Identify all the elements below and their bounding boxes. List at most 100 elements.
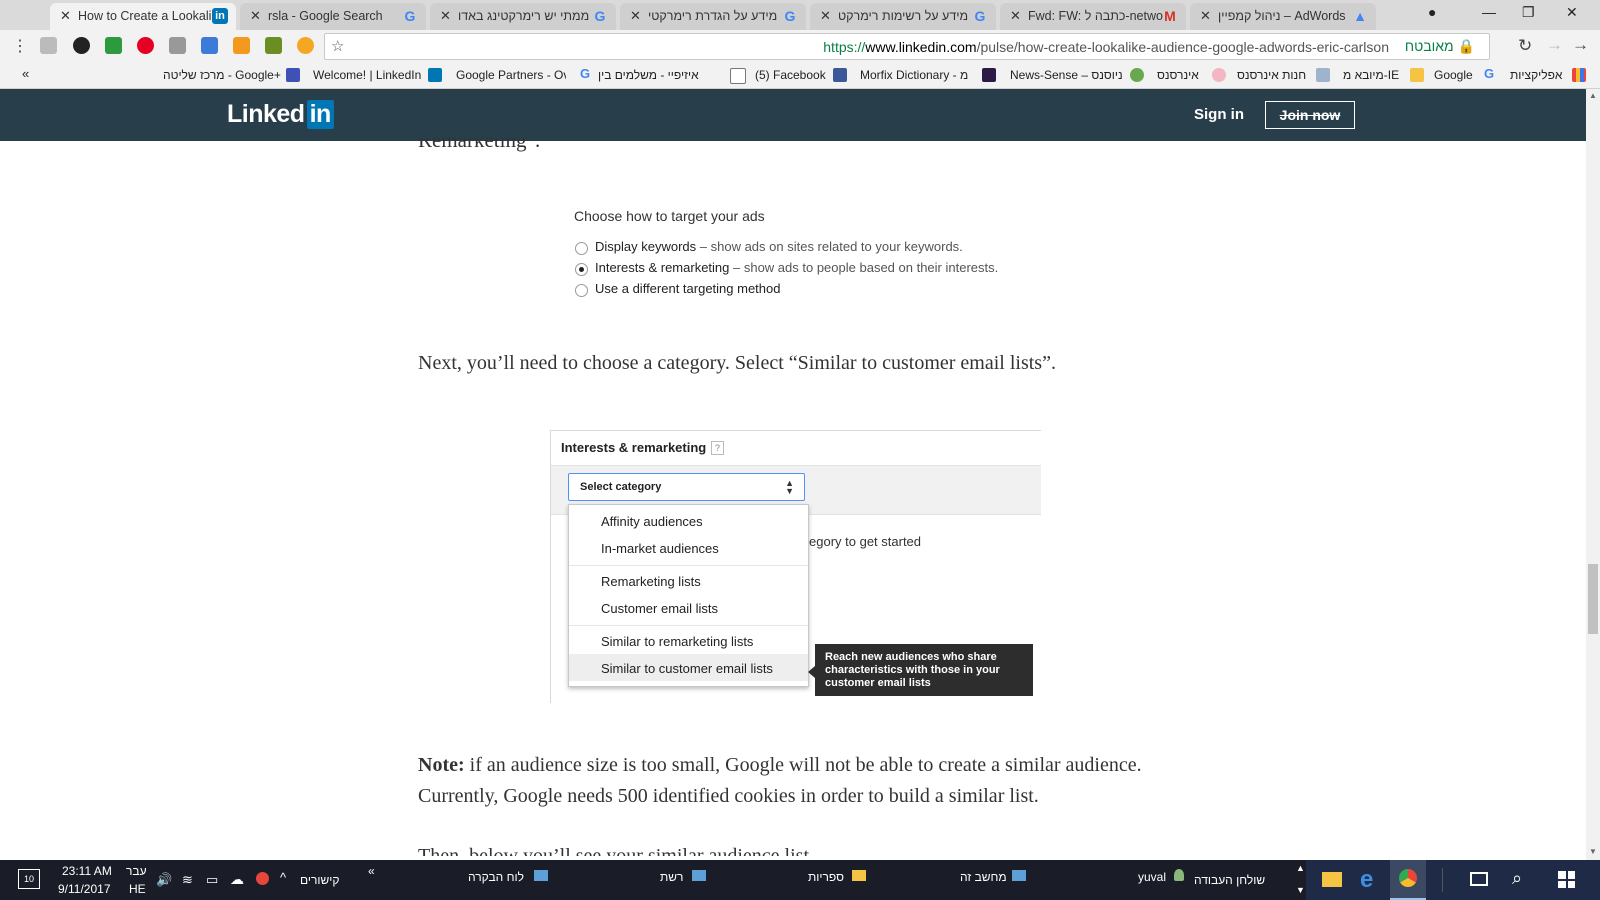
extension-icon[interactable]: [105, 37, 122, 54]
close-icon[interactable]: ✕: [60, 8, 71, 24]
tab-google-search[interactable]: ✕ rsla - Google Search G: [240, 3, 426, 30]
task-view-icon[interactable]: [1470, 872, 1488, 886]
bookmark-facebook[interactable]: (5) Facebook: [755, 68, 826, 82]
extension-icon[interactable]: [265, 37, 282, 54]
bookmark-linkedin[interactable]: Welcome! | LinkedIn: [313, 68, 421, 82]
desktop-link[interactable]: שולחן העבודה: [1194, 873, 1265, 887]
tab-remarketing-3[interactable]: ✕ מידע על רשימות רימרקט G: [810, 3, 996, 30]
secure-badge[interactable]: מאובטח 🔒: [1405, 38, 1475, 55]
toolbar-chevron[interactable]: «: [368, 864, 375, 878]
scroll-down-icon[interactable]: ▼: [1589, 847, 1597, 856]
chrome-taskbar-button[interactable]: [1390, 860, 1426, 900]
scroll-down-icon[interactable]: ▼: [1296, 885, 1305, 895]
battery-icon[interactable]: ▭: [206, 872, 218, 888]
category-menu: Affinity audiences In-market audiences R…: [568, 504, 809, 687]
chrome-tray-icon[interactable]: [256, 872, 269, 885]
bookmark-gplus[interactable]: מרכז שליטה - Google+: [163, 68, 281, 82]
libraries-link[interactable]: ספריות: [808, 870, 844, 884]
tab-adwords[interactable]: ✕ ניהול קמפיין – AdWords ▲: [1190, 3, 1376, 30]
edge-icon[interactable]: e: [1360, 866, 1373, 894]
links-toolbar[interactable]: קישורים: [300, 873, 340, 887]
bookmark-apps[interactable]: אפליקציות: [1510, 68, 1562, 82]
option-different-method: Use a different targeting method: [595, 281, 781, 296]
menu-icon[interactable]: ⋮: [12, 36, 28, 56]
close-icon[interactable]: ✕: [1010, 8, 1021, 24]
select-category-dropdown[interactable]: Select category ▲ ▼: [568, 473, 805, 501]
profile-icon[interactable]: ●: [1428, 4, 1436, 20]
reload-icon[interactable]: ↻: [1518, 36, 1532, 56]
bookmark-inresense-store[interactable]: חנות אינרסנס: [1237, 68, 1306, 82]
tab-remarketing-2[interactable]: ✕ מידע על הגדרת רימרקטי G: [620, 3, 806, 30]
bookmark-google[interactable]: Google: [1434, 68, 1473, 82]
onedrive-icon[interactable]: ☁: [230, 871, 244, 888]
extension-icon[interactable]: [169, 37, 186, 54]
close-icon[interactable]: ✕: [440, 8, 451, 24]
forward-icon[interactable]: →: [1546, 35, 1563, 55]
radio-display-keywords[interactable]: [575, 242, 588, 255]
tray-expand-icon[interactable]: ^: [280, 870, 286, 885]
volume-icon[interactable]: 🔊: [156, 872, 172, 888]
pinterest-icon[interactable]: [137, 37, 154, 54]
address-bar[interactable]: ☆ https://www.linkedin.com/pulse/how-cre…: [324, 33, 1490, 60]
minimize-icon[interactable]: —: [1482, 4, 1496, 20]
clock-date[interactable]: 9/11/2017: [58, 882, 111, 896]
file-explorer-icon[interactable]: [1322, 872, 1342, 887]
menu-item-in-market[interactable]: In-market audiences: [601, 541, 719, 556]
google-icon: G: [974, 8, 986, 24]
notifications-icon[interactable]: 10: [18, 869, 40, 889]
clock-time[interactable]: 23:11 AM: [62, 864, 112, 878]
language-top[interactable]: עבר: [126, 864, 147, 878]
bookmark-google-partners[interactable]: Google Partners - Ov: [456, 68, 566, 82]
close-icon[interactable]: ✕: [820, 8, 831, 24]
note-text: if an audience size is too small, Google…: [418, 754, 1142, 807]
user-link[interactable]: yuval: [1138, 870, 1166, 884]
browser-toolbar: ⋮ ☆ https://www.linkedin.com/pulse/how-c…: [0, 30, 1600, 63]
wifi-icon[interactable]: ≋: [182, 872, 193, 888]
tab-linkedin[interactable]: ✕ How to Create a Lookalik in: [50, 3, 236, 30]
bookmark-ie-import[interactable]: מיובא מ-IE: [1343, 68, 1399, 82]
extension-icon[interactable]: [73, 37, 90, 54]
page-scrollbar[interactable]: ▲ ▼: [1586, 89, 1600, 860]
menu-item-similar-remarketing[interactable]: Similar to remarketing lists: [601, 634, 753, 649]
bookmark-easypay[interactable]: איזיפיי - משלמים בין: [598, 68, 699, 82]
menu-item-remarketing[interactable]: Remarketing lists: [601, 574, 701, 589]
tab-title: How to Create a Lookalik: [78, 9, 213, 23]
menu-item-affinity[interactable]: Affinity audiences: [601, 514, 703, 529]
scroll-up-icon[interactable]: ▲: [1589, 91, 1597, 100]
scroll-up-icon[interactable]: ▲: [1296, 863, 1305, 873]
search-icon[interactable]: ⌕: [1512, 868, 1522, 889]
bookmark-news-sense[interactable]: News-Sense – ניוסנס: [1010, 68, 1123, 82]
windows-start-icon[interactable]: [1558, 871, 1575, 888]
close-icon[interactable]: ✕: [1200, 8, 1211, 24]
language-bottom[interactable]: HE: [129, 882, 146, 896]
restore-icon[interactable]: ❐: [1522, 4, 1535, 21]
help-icon[interactable]: ?: [711, 441, 724, 455]
extension-icon[interactable]: [233, 37, 250, 54]
tab-remarketing-1[interactable]: ✕ ממתי יש רימרקטינג באדו G: [430, 3, 616, 30]
close-icon[interactable]: ✕: [630, 8, 641, 24]
scroll-thumb[interactable]: [1588, 564, 1598, 634]
bookmarks-overflow-icon[interactable]: «: [22, 66, 29, 81]
this-pc-icon: [1012, 870, 1026, 881]
close-icon[interactable]: ✕: [250, 8, 261, 24]
join-now-button[interactable]: Join now: [1265, 101, 1355, 129]
radio-interests-remarketing[interactable]: [575, 263, 588, 276]
close-window-icon[interactable]: ✕: [1566, 4, 1578, 21]
back-icon[interactable]: →: [1572, 35, 1589, 55]
radio-different-method[interactable]: [575, 284, 588, 297]
bookmark-star-icon[interactable]: ☆: [331, 37, 344, 55]
linkedin-logo[interactable]: Linked in: [227, 100, 334, 129]
targeting-screenshot: Choose how to target your ads Display ke…: [574, 208, 998, 297]
menu-item-customer-email[interactable]: Customer email lists: [601, 601, 718, 616]
sign-in-link[interactable]: Sign in: [1194, 106, 1244, 123]
tab-gmail[interactable]: ✕ Fwd: FW: כתבה ל-netwo M: [1000, 3, 1186, 30]
extension-icon[interactable]: [297, 37, 314, 54]
bookmark-morfix[interactable]: Morfix Dictionary - מ: [860, 68, 972, 82]
control-panel-link[interactable]: לוח הבקרה: [468, 870, 524, 884]
menu-item-similar-customer-email[interactable]: Similar to customer email lists: [601, 661, 773, 676]
bookmark-inresense[interactable]: אינרסנס: [1157, 68, 1199, 82]
this-pc-link[interactable]: מחשב זה: [960, 870, 1007, 884]
extension-icon[interactable]: [201, 37, 218, 54]
network-link[interactable]: רשת: [660, 870, 683, 884]
extension-icon[interactable]: [40, 37, 57, 54]
